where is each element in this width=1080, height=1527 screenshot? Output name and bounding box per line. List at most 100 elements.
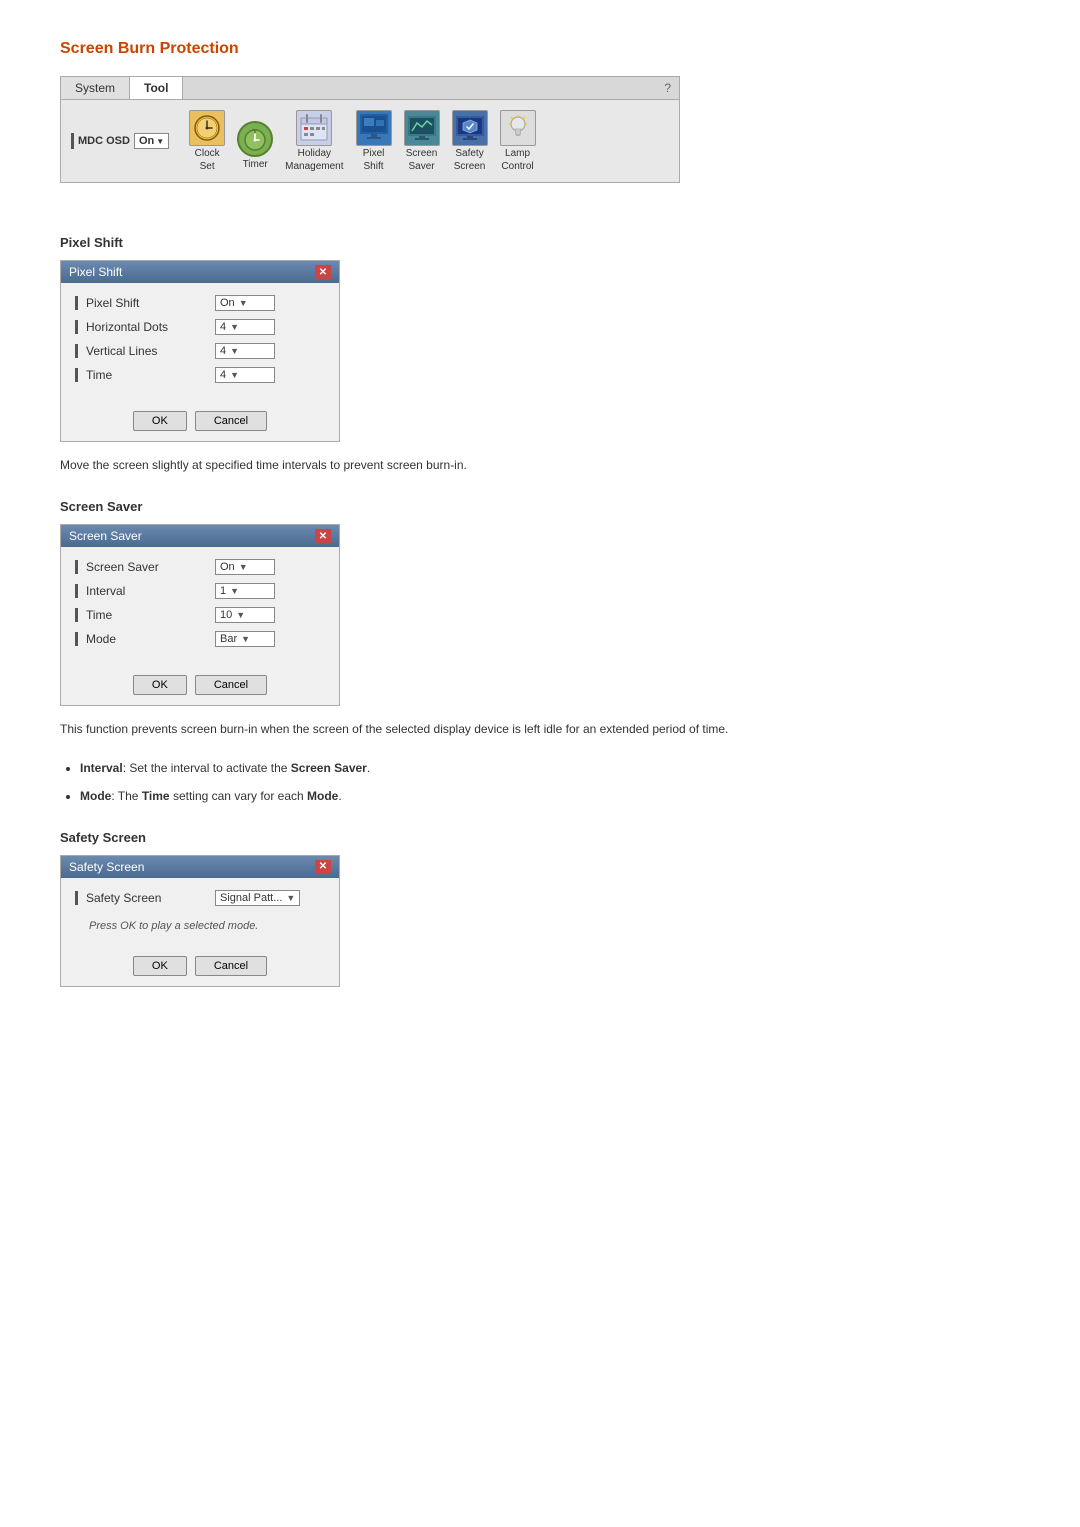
help-button[interactable]: ? xyxy=(656,77,679,99)
safety-screen-svg xyxy=(455,113,485,143)
toolbar-item-pixel-shift[interactable]: Pixel Shift xyxy=(352,108,396,174)
bullet-mode-rest: . xyxy=(338,789,341,803)
screen-saver-row-1: Interval 1 ▼ xyxy=(75,583,325,599)
safety-screen-icon xyxy=(452,110,488,146)
screen-saver-label-text: Screen Saver xyxy=(86,560,159,574)
bullet-interval-key: Interval xyxy=(80,761,123,775)
pixel-shift-value-dropdown[interactable]: On ▼ xyxy=(215,295,275,311)
timer-label-1: Timer xyxy=(243,159,268,170)
safety-screen-label-1: Safety xyxy=(455,148,483,159)
pixel-shift-title-bar: Pixel Shift ✕ xyxy=(61,261,339,283)
time-label-ps: Time xyxy=(75,368,215,382)
horiz-dots-dropdown[interactable]: 4 ▼ xyxy=(215,319,275,335)
interval-field-label: Interval xyxy=(86,584,125,598)
screen-saver-footer: OK Cancel xyxy=(61,667,339,705)
bullet-mode-bold: Mode xyxy=(307,789,338,803)
holiday-svg xyxy=(299,113,329,143)
safety-screen-title-bar: Safety Screen ✕ xyxy=(61,856,339,878)
pixel-shift-description: Move the screen slightly at specified ti… xyxy=(60,456,740,475)
toolbar-item-holiday[interactable]: Holiday Management xyxy=(281,108,347,174)
toolbar-item-safety-screen[interactable]: Safety Screen xyxy=(448,108,492,174)
label-bar xyxy=(75,584,78,598)
label-bar xyxy=(75,344,78,358)
bullet-interval-bold: Screen Saver xyxy=(291,761,367,775)
screen-saver-bullets: Interval: Set the interval to activate t… xyxy=(80,759,1020,805)
dropdown-arrow: ▼ xyxy=(286,893,295,903)
timer-svg xyxy=(241,125,269,153)
safety-screen-value-dropdown[interactable]: Signal Patt... ▼ xyxy=(215,890,300,906)
pixel-shift-ok-button[interactable]: OK xyxy=(133,411,187,431)
pixel-shift-section-title: Pixel Shift xyxy=(60,235,1020,250)
mode-field-label: Mode xyxy=(86,632,116,646)
lamp-control-label-1: Lamp xyxy=(505,148,530,159)
screen-saver-row-3: Mode Bar ▼ xyxy=(75,631,325,647)
tab-tool[interactable]: Tool xyxy=(130,77,183,99)
dropdown-arrow: ▼ xyxy=(236,610,245,620)
toolbar-item-lamp-control[interactable]: Lamp Control xyxy=(496,108,540,174)
pixel-shift-dialog-title: Pixel Shift xyxy=(69,265,122,279)
mode-value: Bar xyxy=(220,633,237,645)
bullet-interval-text: : Set the interval to activate the xyxy=(123,761,291,775)
screen-saver-dialog-title: Screen Saver xyxy=(69,529,142,543)
tab-system[interactable]: System xyxy=(61,77,130,99)
safety-screen-value: Signal Patt... xyxy=(220,892,282,904)
vert-lines-field-label: Vertical Lines xyxy=(86,344,157,358)
screen-saver-label-1: Screen xyxy=(406,148,438,159)
time-field-label-ps: Time xyxy=(86,368,112,382)
screen-saver-description: This function prevents screen burn-in wh… xyxy=(60,720,740,739)
screen-saver-dialog-body: Screen Saver On ▼ Interval 1 ▼ xyxy=(61,547,339,667)
screen-saver-ok-button[interactable]: OK xyxy=(133,675,187,695)
safety-screen-cancel-button[interactable]: Cancel xyxy=(195,956,267,976)
screen-saver-svg xyxy=(407,113,437,143)
vert-lines-value: 4 xyxy=(220,345,226,357)
mdc-osd-value: On xyxy=(139,135,154,147)
pixel-shift-label-row-0: Pixel Shift xyxy=(75,296,215,310)
vert-lines-dropdown[interactable]: 4 ▼ xyxy=(215,343,275,359)
holiday-label-2: Management xyxy=(285,161,343,172)
mdc-osd-dropdown[interactable]: On ▼ xyxy=(134,133,169,149)
dropdown-arrow: ▼ xyxy=(239,562,248,572)
pixel-shift-cancel-button[interactable]: Cancel xyxy=(195,411,267,431)
time-dropdown-ss[interactable]: 10 ▼ xyxy=(215,607,275,623)
pixel-shift-label-1: Pixel xyxy=(363,148,385,159)
pixel-shift-row-3: Time 4 ▼ xyxy=(75,367,325,383)
dropdown-arrow: ▼ xyxy=(230,346,239,356)
lamp-control-icon xyxy=(500,110,536,146)
toolbar-panel: System Tool ? MDC OSD On ▼ xyxy=(60,76,680,183)
safety-screen-ok-button[interactable]: OK xyxy=(133,956,187,976)
dropdown-arrow: ▼ xyxy=(230,370,239,380)
screen-saver-section: Screen Saver Screen Saver ✕ Screen Saver… xyxy=(60,499,1020,806)
screen-saver-row-0: Screen Saver On ▼ xyxy=(75,559,325,575)
screen-saver-section-title: Screen Saver xyxy=(60,499,1020,514)
screen-saver-title-bar: Screen Saver ✕ xyxy=(61,525,339,547)
toolbar-item-timer[interactable]: Timer xyxy=(233,119,277,174)
pixel-shift-row-1: Horizontal Dots 4 ▼ xyxy=(75,319,325,335)
label-bar xyxy=(75,560,78,574)
label-bar xyxy=(75,632,78,646)
screen-saver-value-dropdown[interactable]: On ▼ xyxy=(215,559,275,575)
bullet-mode-text: : The xyxy=(111,789,141,803)
safety-screen-close-button[interactable]: ✕ xyxy=(315,860,331,874)
holiday-label-1: Holiday xyxy=(298,148,331,159)
screen-saver-close-button[interactable]: ✕ xyxy=(315,529,331,543)
label-bar xyxy=(75,608,78,622)
pixel-shift-section: Pixel Shift Pixel Shift ✕ Pixel Shift On… xyxy=(60,235,1020,475)
time-field-label-ss: Time xyxy=(86,608,112,622)
clock-set-label-1: Clock xyxy=(195,148,220,159)
clock-set-label-2: Set xyxy=(200,161,215,172)
safety-screen-section-title: Safety Screen xyxy=(60,830,1020,845)
safety-screen-label-2: Screen xyxy=(454,161,486,172)
holiday-icon xyxy=(296,110,332,146)
page-title: Screen Burn Protection xyxy=(60,40,1020,58)
mode-dropdown[interactable]: Bar ▼ xyxy=(215,631,275,647)
toolbar-item-clock-set[interactable]: Clock Set xyxy=(185,108,229,174)
interval-value: 1 xyxy=(220,585,226,597)
toolbar-item-screen-saver[interactable]: Screen Saver xyxy=(400,108,444,174)
clock-svg xyxy=(192,113,222,143)
pixel-shift-close-button[interactable]: ✕ xyxy=(315,265,331,279)
bullet-mode-time-bold: Time xyxy=(142,789,170,803)
interval-dropdown[interactable]: 1 ▼ xyxy=(215,583,275,599)
screen-saver-cancel-button[interactable]: Cancel xyxy=(195,675,267,695)
time-dropdown-ps[interactable]: 4 ▼ xyxy=(215,367,275,383)
dropdown-arrow: ▼ xyxy=(230,586,239,596)
